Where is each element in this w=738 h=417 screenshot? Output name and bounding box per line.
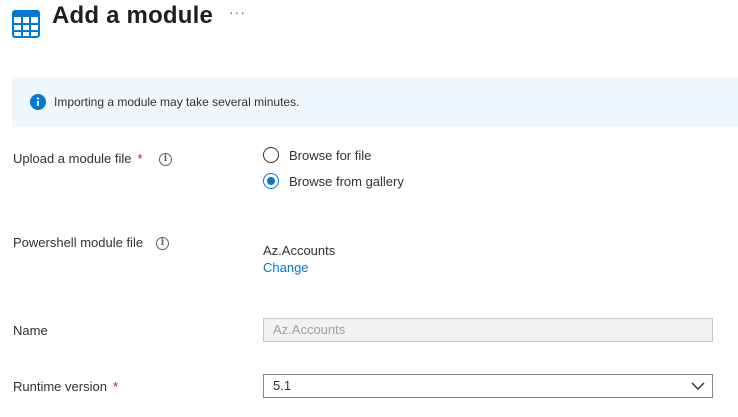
- radio-browse-gallery[interactable]: Browse from gallery: [263, 173, 404, 189]
- more-options-button[interactable]: ···: [229, 4, 246, 20]
- name-input[interactable]: Az.Accounts: [263, 318, 713, 342]
- radio-button-unchecked[interactable]: [263, 147, 279, 163]
- module-file-label: Powershell module file: [13, 235, 144, 250]
- required-marker: *: [137, 151, 143, 166]
- module-file-value: Az.Accounts: [263, 243, 336, 258]
- runtime-selected-value: 5.1: [273, 378, 292, 393]
- module-grid-icon: [12, 10, 40, 38]
- radio-label-browse-file: Browse for file: [289, 147, 372, 163]
- info-banner: Importing a module may take several minu…: [12, 77, 738, 127]
- radio-button-checked[interactable]: [263, 173, 279, 189]
- module-file-info-icon[interactable]: i: [156, 237, 169, 250]
- name-label: Name: [13, 323, 48, 338]
- info-icon: [30, 94, 46, 110]
- change-link[interactable]: Change: [263, 260, 309, 275]
- chevron-down-icon: [691, 382, 705, 390]
- radio-browse-file[interactable]: Browse for file: [263, 147, 371, 163]
- radio-label-browse-gallery: Browse from gallery: [289, 173, 404, 189]
- page-header: Add a module ···: [0, 0, 738, 50]
- page-title: Add a module: [52, 2, 214, 29]
- runtime-version-dropdown[interactable]: 5.1: [263, 374, 713, 398]
- upload-label-group: Upload a module file *: [13, 151, 143, 166]
- upload-info-icon[interactable]: i: [159, 153, 172, 166]
- runtime-label: Runtime version: [13, 379, 107, 394]
- required-marker: *: [112, 379, 118, 394]
- upload-label: Upload a module file: [13, 151, 132, 166]
- info-message: Importing a module may take several minu…: [54, 95, 300, 109]
- runtime-label-group: Runtime version *: [13, 379, 118, 394]
